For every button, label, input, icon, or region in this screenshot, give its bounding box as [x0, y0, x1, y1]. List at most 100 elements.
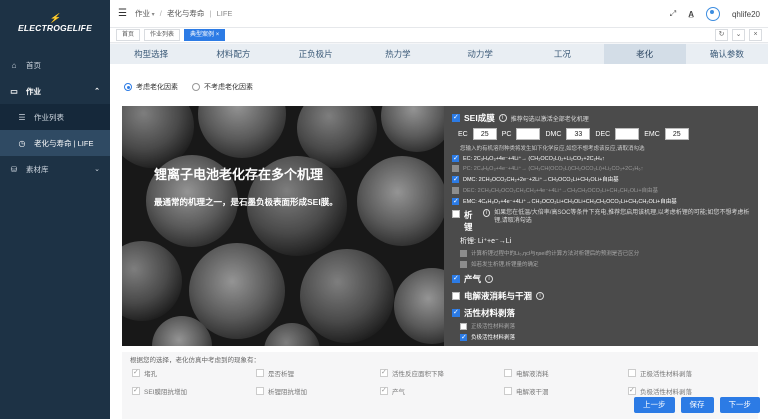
info-icon: i	[498, 114, 507, 122]
phenomenon-item: 正极活性材料剥落	[628, 368, 752, 378]
list-icon: ☰	[18, 112, 26, 122]
illustration-subtitle: 最通常的机理之一，是石墨负极表面形成SEI膜。	[154, 197, 338, 207]
emc-field[interactable]	[664, 128, 689, 140]
sei-prompt: 您输入的有机溶剂种类将发生如下化学反应,如您不想考虑该反应,请取消勾选	[460, 146, 645, 152]
sidebar-item-label: 作业	[26, 86, 41, 96]
step-kinetics[interactable]: 动力学	[439, 44, 521, 64]
sidebar-item-library[interactable]: ⛁ 素材库 ⌄	[0, 156, 110, 182]
tab-job-list[interactable]: 作业列表	[144, 29, 181, 41]
sidebar-item-label: 作业列表	[34, 112, 64, 122]
electrolyte-checkbox[interactable]	[452, 292, 460, 300]
radio-consider-aging[interactable]: 考虑老化因素	[124, 82, 178, 92]
breadcrumb-leaf: LIFE	[216, 9, 233, 18]
step-aging[interactable]: 老化	[603, 44, 686, 64]
graphite-particles-image	[122, 106, 444, 346]
step-thermo[interactable]: 热力学	[357, 44, 439, 64]
next-button[interactable]: 下一步	[719, 397, 760, 413]
save-button[interactable]: 保存	[680, 397, 714, 413]
phenomenon-item: 是否析锂	[256, 368, 380, 378]
step-materials[interactable]: 材料配方	[192, 44, 274, 64]
menu-toggle-icon[interactable]: ☰	[118, 8, 127, 19]
chevron-up-icon: ⌃	[94, 88, 100, 95]
tab-home[interactable]: 首页	[116, 29, 141, 41]
prev-button[interactable]: 上一步	[634, 397, 675, 413]
reaction-emc-checkbox[interactable]	[452, 197, 459, 205]
home-icon: ⌂	[11, 60, 17, 70]
username[interactable]: qhlife20	[732, 10, 760, 19]
sidebar-item-life[interactable]: ◷ 老化与寿命 | LIFE	[0, 130, 110, 156]
step-electrodes[interactable]: 正负极片	[275, 44, 357, 64]
reaction-emc: EMC: 4C₄H₈O₃+4e⁻+4Li⁺→CH₃OCO₂Li+CH₃OLi+C…	[463, 199, 677, 205]
app-logo: ⚡ ELECTROGELIFE	[18, 12, 92, 33]
reaction-pc-checkbox[interactable]	[452, 165, 459, 172]
database-icon: ⛁	[10, 164, 18, 174]
phenomena-hint: 根据您的选择，老化仿真中考虑到的现象有：	[130, 357, 260, 364]
peeling-negative: 负极活性材料剥落	[471, 335, 516, 341]
plating-checkbox[interactable]	[452, 210, 460, 218]
breadcrumb-mid[interactable]: 老化与寿命	[167, 9, 205, 18]
plating-option-1: 计算析锂过程中的Li₀,ηcl与ηsei的计算方法对析锂后的预测是否已区分	[471, 251, 640, 257]
plating-option-1-checkbox[interactable]	[460, 249, 467, 257]
sidebar-item-jobs[interactable]: ▭ 作业 ⌃	[0, 78, 110, 104]
sidebar-item-job-list[interactable]: ☰ 作业列表	[0, 104, 110, 130]
step-confirm[interactable]: 确认参数	[686, 44, 768, 64]
breadcrumb-root[interactable]: 作业	[135, 9, 150, 18]
step-config[interactable]: 构型选择	[110, 44, 192, 64]
footer-actions: 上一步 保存 下一步	[634, 397, 760, 413]
reaction-pc: PC: 2C₄H₆O₃+4e⁻+4Li⁺→ (CH₃CH(OCO₂Li)CH₂O…	[463, 165, 644, 172]
page-tabs: 首页 作业列表 典型案例 × ↻ ⌄ ×	[110, 28, 768, 43]
phenomenon-item: 活性反应面积下降	[380, 368, 504, 378]
aging-mechanism-panel: SEI成膜 i 推荐勾选以激活全部老化机理 EC PC DMC DEC EMC …	[444, 106, 758, 346]
illustration-title: 锂离子电池老化存在多个机理	[154, 167, 324, 182]
dec-field[interactable]	[615, 128, 640, 140]
reaction-dec-checkbox[interactable]	[452, 186, 459, 194]
close-icon[interactable]: ×	[749, 29, 762, 41]
plating-title: 析锂	[464, 210, 473, 232]
ec-field[interactable]	[472, 128, 497, 140]
reaction-ec: EC: 2C₃H₄O₃+4e⁻+4Li⁺→ (CH₂OCO₂Li)₂+Li₂CO…	[463, 155, 605, 162]
translate-icon[interactable]: A̲	[688, 10, 694, 19]
peeling-positive-checkbox[interactable]	[460, 322, 467, 330]
plating-info: 如果您在低温/大倍率/高SOC等条件下充电,推荐您启用该机理,以考虑析锂的可能;…	[494, 210, 750, 224]
topbar: ☰ 作业 ▾ / 老化与寿命 | LIFE ⤢ A̲ qhlife20	[110, 0, 768, 28]
sidebar-item-label: 素材库	[26, 164, 49, 174]
phenomenon-item: 电解液消耗	[504, 368, 628, 378]
sidebar-item-home[interactable]: ⌂ 首页	[0, 52, 110, 78]
phenomenon-item: SEI膜阻抗增加	[132, 386, 256, 396]
clock-icon: ◷	[18, 138, 26, 148]
plating-option-2-checkbox[interactable]	[460, 260, 467, 268]
avatar[interactable]	[705, 7, 720, 21]
chevron-down-icon: ⌄	[94, 166, 100, 173]
info-icon: i	[485, 275, 494, 283]
plating-formula: 析锂: Li⁺+e⁻→Li	[460, 238, 512, 245]
reaction-dec: DEC: 2CH₃CH₂OCO₂CH₂CH₃+4e⁻+4Li⁺→CH₃CH₂OC…	[463, 188, 659, 194]
peeling-negative-checkbox[interactable]	[460, 333, 467, 341]
plating-option-2: 如若发生析锂,析锂量的确定	[471, 262, 539, 268]
sei-checkbox[interactable]	[452, 113, 460, 122]
info-icon: i	[536, 292, 545, 300]
reaction-ec-checkbox[interactable]	[452, 154, 459, 162]
folder-icon: ▭	[10, 86, 18, 96]
phenomenon-item: 析锂阻抗增加	[256, 386, 380, 396]
tab-typical-case[interactable]: 典型案例 ×	[184, 29, 226, 41]
info-icon: i	[482, 209, 491, 217]
reaction-dmc-checkbox[interactable]	[452, 175, 459, 183]
reaction-dmc: DMC: 2CH₃OCO₂CH₃+2e⁻+2Li⁺→CH₃OCO₂Li+CH₃O…	[463, 177, 619, 183]
step-conditions[interactable]: 工况	[521, 44, 603, 64]
sidebar: ⚡ ELECTROGELIFE ⌂ 首页 ▭ 作业 ⌃ ☰ 作业列表 ◷ 老化与寿…	[0, 0, 110, 419]
fullscreen-icon[interactable]: ⤢	[670, 9, 676, 19]
peeling-checkbox[interactable]	[452, 308, 460, 317]
sei-info: 推荐勾选以激活全部老化机理	[510, 116, 589, 123]
radio-ignore-aging[interactable]: 不考虑老化因素	[192, 82, 253, 92]
main-content: 考虑老化因素 不考虑老化因素 锂离子电池老化存在多个机理 最通常的机理之一，是石…	[110, 64, 768, 419]
pc-field[interactable]	[516, 128, 541, 140]
gas-checkbox[interactable]	[452, 274, 460, 283]
chevron-down-icon[interactable]: ⌄	[732, 29, 745, 41]
breadcrumb: 作业 ▾ / 老化与寿命 | LIFE	[134, 9, 233, 18]
refresh-icon[interactable]: ↻	[715, 29, 728, 41]
dmc-field[interactable]	[566, 128, 591, 140]
gas-title: 产气	[464, 274, 482, 284]
sidebar-item-label: 首页	[26, 60, 41, 70]
aging-illustration: 锂离子电池老化存在多个机理 最通常的机理之一，是石墨负极表面形成SEI膜。	[122, 106, 444, 346]
sei-title: SEI成膜	[464, 113, 495, 123]
